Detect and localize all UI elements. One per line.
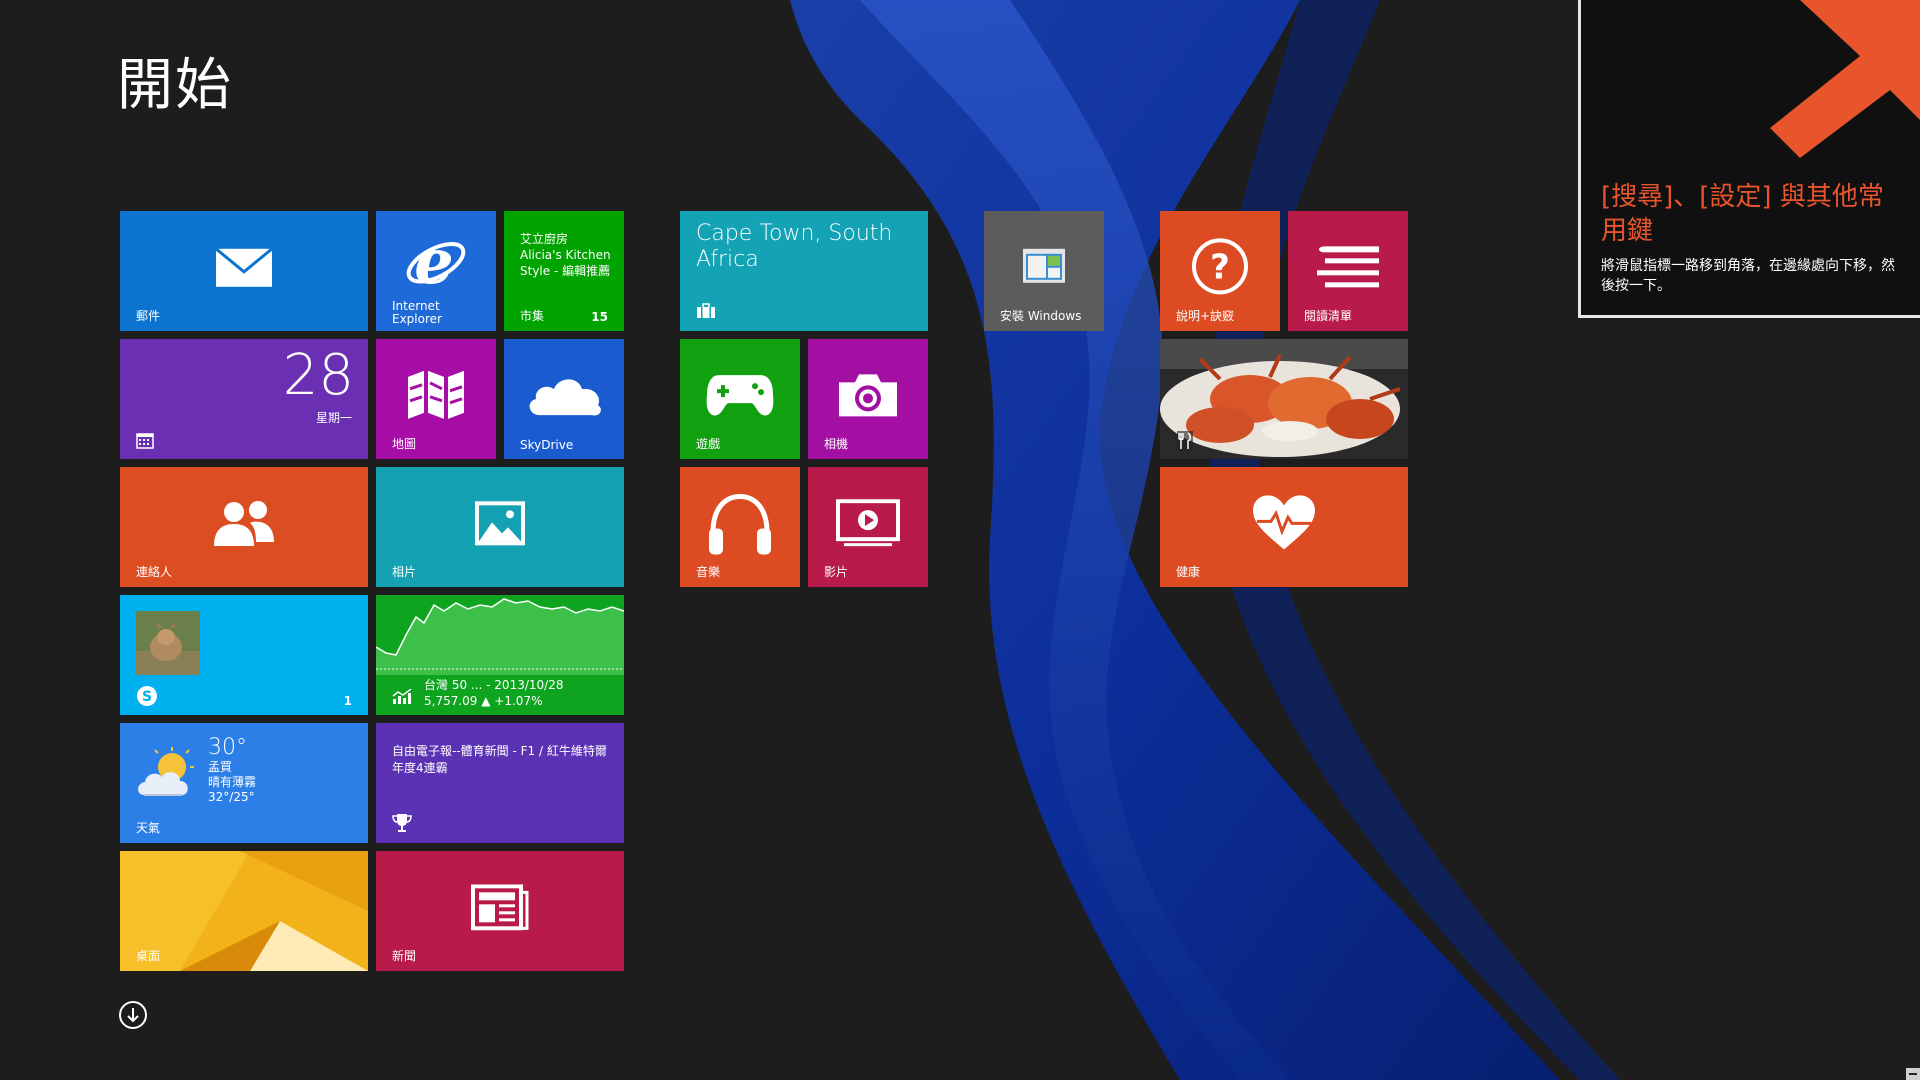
tile-calendar[interactable]: 28 星期一 [120,339,368,459]
finance-chart-icon [392,689,412,704]
arrow-down-icon [127,1008,139,1023]
tile-label: SkyDrive [520,438,574,452]
tile-news[interactable]: 新聞 [376,851,624,971]
tip-title: [搜尋]、[設定] 與其他常用鍵 [1601,182,1884,246]
travel-line1: Cape Town, South [696,221,893,246]
tile-sports[interactable]: 自由電子報--體育新聞 - F1 / 紅牛維特爾 年度4連霸 [376,723,624,843]
finance-line2: 5,757.09 ▲ +1.07% [424,694,543,708]
tile-install-windows[interactable]: 安裝 Windows [984,211,1104,331]
tip-panel: [搜尋]、[設定] 與其他常用鍵 將滑鼠指標一路移到角落，在邊緣處向下移，然後按… [1578,0,1920,318]
tile-travel[interactable]: Cape Town, South Africa [680,211,928,331]
tile-label: 相片 [392,565,417,579]
maps-icon [408,370,464,419]
tile-people[interactable]: 連絡人 [120,467,368,587]
heart-pulse-icon [1253,495,1315,550]
tile-skydrive[interactable]: SkyDrive [504,339,624,459]
calendar-icon [136,433,154,449]
gamepad-icon [706,375,774,416]
tile-label: 影片 [824,565,849,579]
tile-games[interactable]: 遊戲 [680,339,800,459]
tile-label: 安裝 Windows [1000,309,1082,323]
weather-range: 32°/25° [208,790,255,804]
page-title: 開始 [117,53,233,118]
video-icon [836,499,900,547]
headphones-icon [709,493,771,555]
tile-label: 相機 [824,437,849,451]
weather-icon [138,747,194,796]
tile-label: 健康 [1176,565,1201,579]
tile-store[interactable]: 艾立廚房 Alicia's Kitchen Style - 編輯推薦 市集 15 [504,211,624,331]
tile-label-line1: Internet [392,299,440,313]
tile-internet-explorer[interactable]: e Internet Explorer [376,211,496,331]
fork-knife-icon [1177,431,1193,451]
tile-label: 天氣 [136,821,161,835]
tile-desktop[interactable]: 桌面 [120,851,368,971]
photos-icon [475,501,525,546]
weather-temp: 30° [208,735,247,760]
tile-label: 郵件 [136,309,161,323]
tile-skype[interactable]: S 1 [120,595,368,715]
tile-food-drink[interactable] [1160,339,1408,459]
tile-label: 地圖 [392,437,417,451]
food-photo [1160,339,1408,459]
contact-photo [136,611,200,675]
corner-minimize-icon[interactable] [1906,1068,1920,1080]
svg-text:S: S [142,689,152,705]
store-line3: Style - 編輯推薦 [520,264,611,278]
news-icon [471,884,529,931]
arrow-up-right-icon [1770,0,1920,158]
finance-line1: 台灣 50 ... - 2013/10/28 [424,678,564,692]
tile-camera[interactable]: 相機 [808,339,928,459]
skype-icon: S [137,686,157,706]
tile-label: 桌面 [136,949,161,963]
people-icon [214,501,274,546]
store-badge: 15 [591,310,608,324]
apps-view-button[interactable] [119,1001,147,1029]
tile-health[interactable]: 健康 [1160,467,1408,587]
store-line1: 艾立廚房 [520,232,569,246]
tile-label: 遊戲 [696,437,721,451]
cloud-icon [529,379,601,416]
weather-condition: 晴有薄霧 [208,775,257,789]
tile-label: 市集 [520,309,545,323]
camera-icon [839,374,897,417]
tile-label: 音樂 [696,565,721,579]
svg-text:?: ? [1210,247,1230,287]
reading-list-icon [1317,246,1379,288]
help-icon: ? [1192,238,1248,295]
tile-maps[interactable]: 地圖 [376,339,496,459]
sports-headline: 自由電子報--體育新聞 - F1 / 紅牛維特爾 年度4連霸 [392,744,607,775]
tile-finance[interactable]: 台灣 50 ... - 2013/10/28 5,757.09 ▲ +1.07% [376,595,624,715]
tile-label: 連絡人 [136,565,173,579]
calendar-weekday: 星期一 [315,411,352,425]
skype-badge: 1 [343,694,352,708]
finance-chart [376,598,624,675]
travel-line2: Africa [696,247,759,272]
tile-label: 新聞 [392,949,417,963]
tile-video[interactable]: 影片 [808,467,928,587]
tile-mail[interactable]: 郵件 [120,211,368,331]
tile-photos[interactable]: 相片 [376,467,624,587]
internet-explorer-icon: e [406,229,466,293]
weather-city: 孟買 [208,760,233,774]
tile-label: 說明+訣竅 [1176,309,1235,323]
calendar-day: 28 [282,343,354,408]
install-windows-icon [1023,248,1065,283]
mail-icon [215,247,273,287]
tile-music[interactable]: 音樂 [680,467,800,587]
tile-help-tips[interactable]: ? 說明+訣竅 [1160,211,1280,331]
tile-weather[interactable]: 30° 孟買 晴有薄霧 32°/25° 天氣 [120,723,368,843]
suitcase-icon [697,303,715,318]
store-line2: Alicia's Kitchen [520,248,611,262]
tile-label: 閱讀清單 [1304,309,1353,323]
tile-reading-list[interactable]: 閱讀清單 [1288,211,1408,331]
trophy-icon [392,814,412,832]
tip-body: 將滑鼠指標一路移到角落，在邊緣處向下移，然後按一下。 [1601,258,1895,294]
tile-label-line2: Explorer [392,312,442,326]
